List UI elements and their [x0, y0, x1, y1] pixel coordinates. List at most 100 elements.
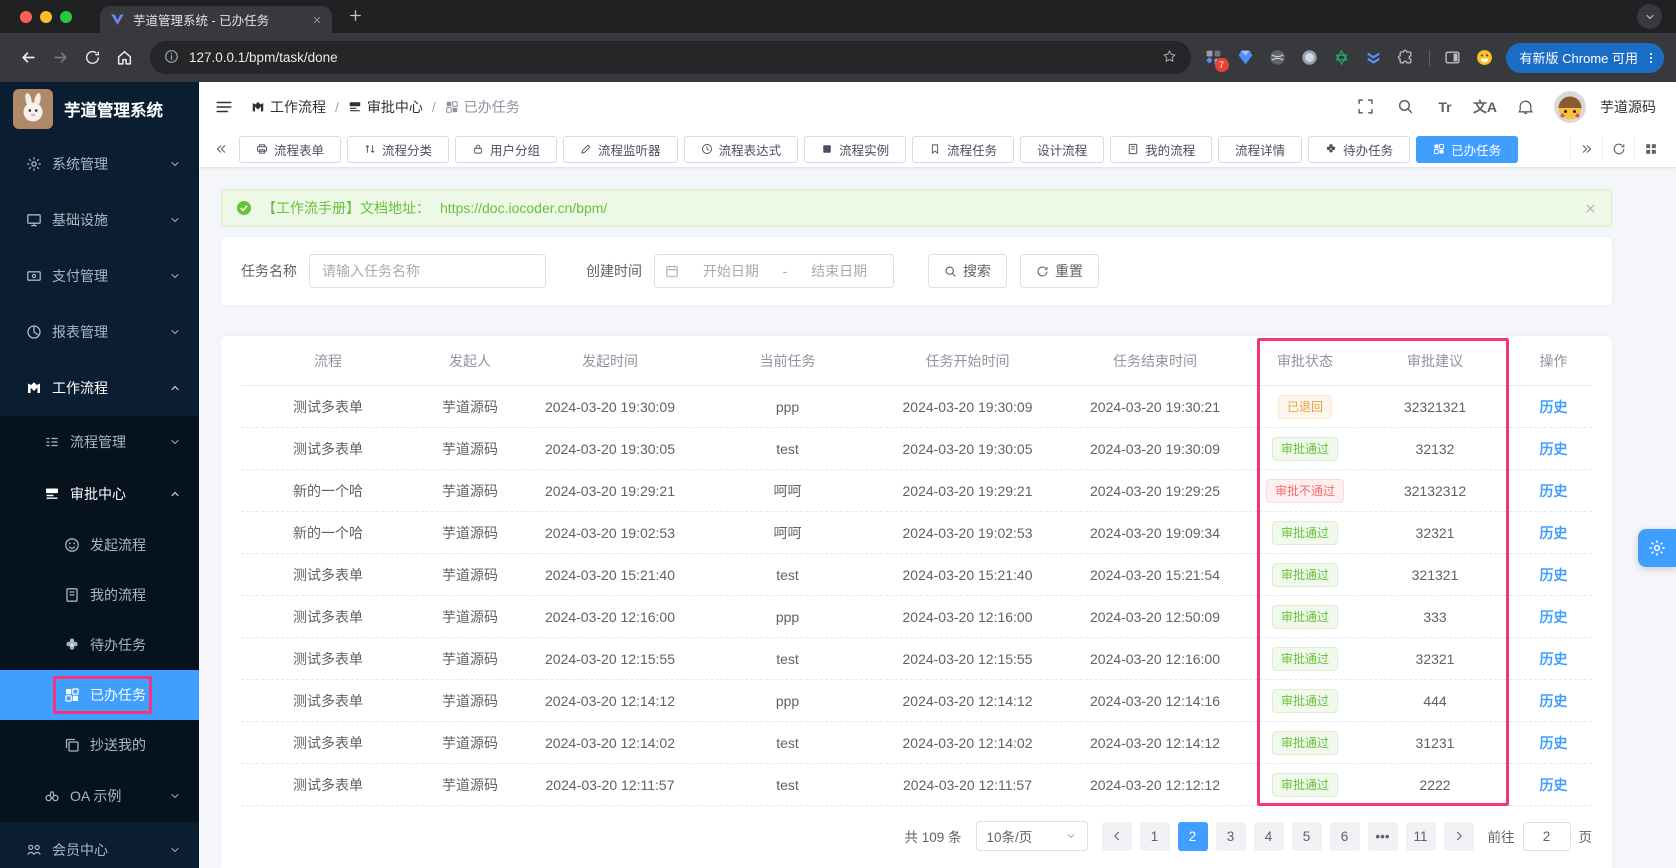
extensions-puzzle-icon[interactable] [1393, 45, 1419, 71]
user-avatar[interactable] [1554, 91, 1586, 123]
history-link[interactable]: 历史 [1540, 483, 1568, 499]
tag-tab[interactable]: 流程表单 [239, 135, 342, 163]
sidebar-menu-item[interactable]: 流程管理 [0, 416, 199, 468]
sidebar-menu-item[interactable]: 已办任务 [0, 670, 199, 720]
history-link[interactable]: 历史 [1540, 735, 1568, 751]
bell-icon[interactable] [1508, 90, 1542, 124]
sidebar-menu-item[interactable]: 系统管理 [0, 136, 199, 192]
browser-tab-strip: 芋道管理系统 - 已办任务 [0, 0, 1676, 33]
extension-gem-icon[interactable] [1233, 45, 1259, 71]
goto-page-input[interactable] [1522, 821, 1571, 851]
tag-tab[interactable]: 流程任务 [912, 135, 1015, 163]
page-number-button[interactable]: 4 [1253, 821, 1284, 851]
chrome-update-button[interactable]: 有新版 Chrome 可用 [1505, 42, 1664, 73]
page-number-button[interactable]: 11 [1405, 821, 1436, 851]
sidebar-menu-item[interactable]: 报表管理 [0, 304, 199, 360]
tags-refresh-icon[interactable] [1602, 136, 1634, 162]
app-logo[interactable]: 芋道管理系统 [0, 82, 199, 136]
prev-page-button[interactable] [1101, 821, 1132, 851]
browser-tab[interactable]: 芋道管理系统 - 已办任务 [100, 6, 332, 33]
window-minimize-button[interactable] [40, 10, 52, 23]
search-icon[interactable] [1388, 90, 1422, 124]
date-range-picker[interactable]: 开始日期 - 结束日期 [654, 254, 894, 288]
new-tab-button[interactable] [348, 8, 363, 25]
extension-star-icon[interactable] [1329, 45, 1355, 71]
sidebar-menu-item[interactable]: OA 示例 [0, 770, 199, 822]
window-zoom-button[interactable] [60, 10, 72, 23]
sidebar-menu-item[interactable]: 工作流程 [0, 360, 199, 416]
address-bar[interactable]: 127.0.0.1/bpm/task/done [150, 41, 1191, 74]
breadcrumb-workflow[interactable]: 工作流程 [251, 97, 326, 117]
window-close-button[interactable] [20, 10, 32, 23]
history-link[interactable]: 历史 [1540, 399, 1568, 415]
tag-tab[interactable]: 已办任务 [1416, 135, 1519, 163]
home-button[interactable] [108, 42, 140, 74]
tag-tab[interactable]: 待办任务 [1308, 135, 1411, 163]
sidebar-menu-item[interactable]: 会员中心 [0, 822, 199, 868]
page-number-button[interactable]: 6 [1329, 821, 1360, 851]
fullscreen-icon[interactable] [1348, 90, 1382, 124]
sidebar-menu-item[interactable]: 我的流程 [0, 570, 199, 620]
sidebar-menu-item[interactable]: 待办任务 [0, 620, 199, 670]
page-number-button[interactable]: ••• [1367, 821, 1398, 851]
reset-button[interactable]: 重置 [1020, 254, 1099, 288]
page-number-button[interactable]: 2 [1177, 821, 1208, 851]
tag-tab[interactable]: 流程分类 [347, 135, 450, 163]
browser-menu-icon[interactable] [1644, 51, 1658, 65]
page-size-select[interactable]: 10条/页 [975, 821, 1088, 851]
history-link[interactable]: 历史 [1540, 651, 1568, 667]
side-panel-icon[interactable] [1440, 45, 1466, 71]
pagination: 共 109 条 10条/页 1 2 3 4 5 6 ••• 11 前往 2 页 [241, 820, 1592, 852]
translate-icon[interactable]: 文A [1468, 90, 1502, 124]
sidebar-menu-item[interactable]: 审批中心 [0, 468, 199, 520]
history-link[interactable]: 历史 [1540, 525, 1568, 541]
url-text[interactable]: 127.0.0.1/bpm/task/done [189, 50, 1152, 65]
sidebar-menu-item[interactable]: 抄送我的 [0, 720, 199, 770]
tags-scroll-right-icon[interactable] [1570, 136, 1602, 162]
tag-tab[interactable]: 用户分组 [455, 135, 558, 163]
history-link[interactable]: 历史 [1540, 567, 1568, 583]
emoji-extension-icon[interactable] [1472, 45, 1498, 71]
history-link[interactable]: 历史 [1540, 609, 1568, 625]
extension-circle-icon[interactable] [1297, 45, 1323, 71]
tags-scroll-left-icon[interactable] [209, 136, 233, 162]
sidebar-menu-item[interactable]: 发起流程 [0, 520, 199, 570]
banner-close-icon[interactable] [1584, 202, 1597, 215]
theme-settings-button[interactable] [1638, 529, 1676, 567]
tag-tab[interactable]: 流程详情 [1218, 135, 1303, 163]
tab-close-icon[interactable] [312, 15, 322, 25]
chevron-down-icon [169, 270, 181, 282]
extension-blocks-icon[interactable]: 7 [1201, 45, 1229, 72]
sidebar-menu-item[interactable]: 基础设施 [0, 192, 199, 248]
extension-sphere-icon[interactable] [1265, 45, 1291, 71]
history-link[interactable]: 历史 [1540, 777, 1568, 793]
font-size-icon[interactable]: Tr [1428, 90, 1462, 124]
history-link[interactable]: 历史 [1540, 693, 1568, 709]
back-button[interactable] [12, 42, 44, 74]
site-info-icon[interactable] [164, 49, 179, 66]
extension-chevrons-icon[interactable] [1361, 45, 1387, 71]
tag-tab[interactable]: 我的流程 [1110, 135, 1213, 163]
reload-button[interactable] [76, 42, 108, 74]
username[interactable]: 芋道源码 [1600, 97, 1656, 117]
tag-tab[interactable]: 流程表达式 [683, 135, 799, 163]
page-number-button[interactable]: 1 [1139, 821, 1170, 851]
sidebar-menu-item[interactable]: 支付管理 [0, 248, 199, 304]
history-link[interactable]: 历史 [1540, 441, 1568, 457]
tag-tab[interactable]: 设计流程 [1020, 135, 1105, 163]
tag-tab[interactable]: 流程实例 [804, 135, 907, 163]
task-name-input[interactable] [309, 254, 546, 288]
forward-button[interactable] [44, 42, 76, 74]
breadcrumb-approval-center[interactable]: 审批中心 [348, 97, 423, 117]
search-button[interactable]: 搜索 [928, 254, 1007, 288]
tags-menu-icon[interactable] [1634, 136, 1666, 162]
page-number-button[interactable]: 3 [1215, 821, 1246, 851]
next-page-button[interactable] [1443, 821, 1474, 851]
tag-tab[interactable]: 流程监听器 [563, 135, 678, 163]
table-header-row: 流程 发起人 发起时间 当前任务 任务开始时间 任务结束时间 审批状态 审批建议… [241, 336, 1592, 386]
bookmark-star-icon[interactable] [1162, 49, 1177, 66]
doc-link[interactable]: https://doc.iocoder.cn/bpm/ [440, 200, 607, 216]
collapse-sidebar-icon[interactable] [215, 98, 233, 116]
tab-search-button[interactable] [1637, 4, 1662, 29]
page-number-button[interactable]: 5 [1291, 821, 1322, 851]
